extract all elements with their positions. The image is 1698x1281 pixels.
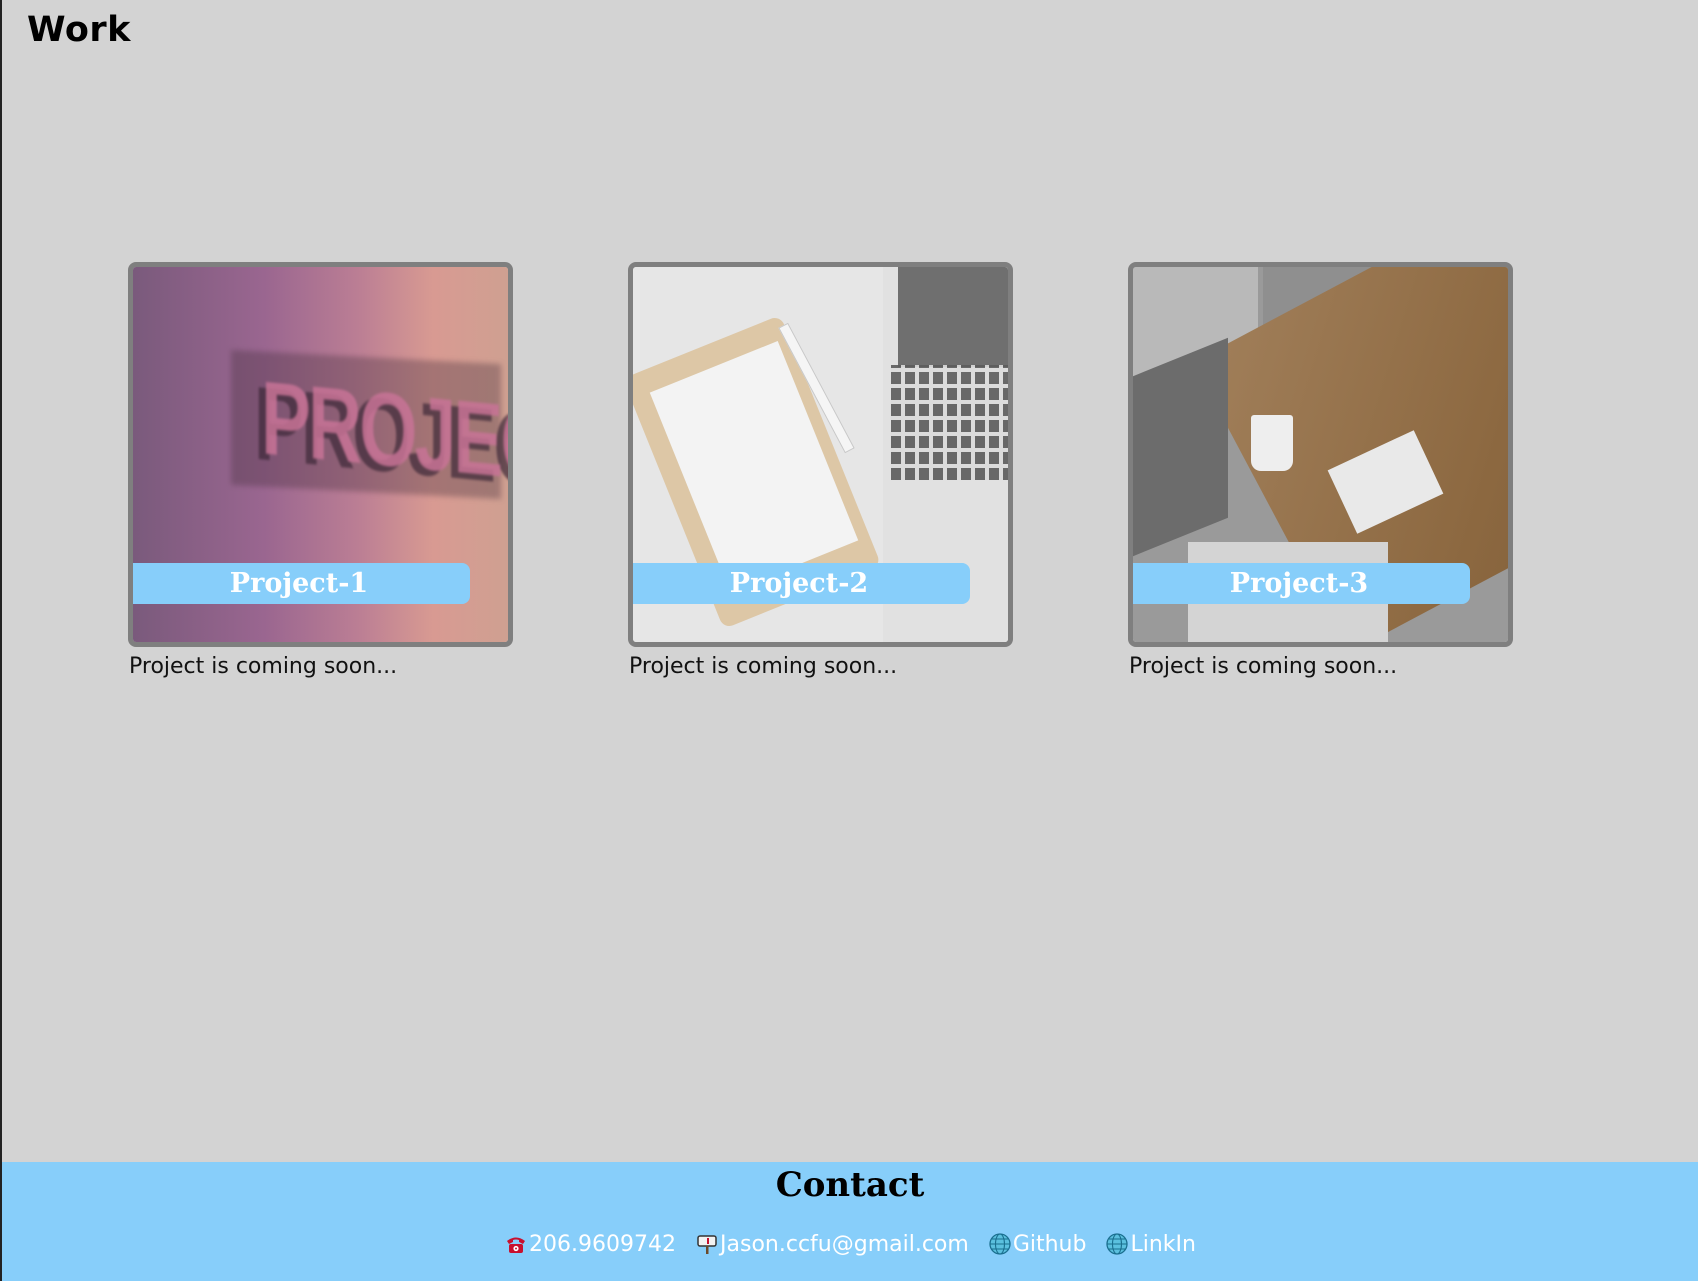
- project-2-label[interactable]: Project-2: [633, 563, 970, 604]
- phone-link[interactable]: 206.9609742: [504, 1232, 676, 1257]
- project-card-1: PROJECTS Project-1 Project is coming soo…: [128, 262, 513, 682]
- project-1-frame[interactable]: PROJECTS Project-1: [128, 262, 513, 647]
- linkedin-label: LinkIn: [1130, 1232, 1196, 1257]
- project-2-frame[interactable]: Project-2: [628, 262, 1013, 647]
- page: Work PROJECTS Project-1 Project is comin…: [0, 0, 1698, 1281]
- globe-icon: [1106, 1233, 1129, 1255]
- contact-links: 206.9609742 Jason.ccfu@gmail.com Github: [2, 1232, 1698, 1257]
- mailbox-icon: [697, 1235, 717, 1254]
- linkedin-link[interactable]: LinkIn: [1105, 1232, 1196, 1257]
- globe-icon: [989, 1233, 1011, 1255]
- email-address: Jason.ccfu@gmail.com: [720, 1232, 969, 1257]
- project-1-label[interactable]: Project-1: [133, 563, 470, 604]
- github-label: Github: [1012, 1232, 1087, 1257]
- project-card-3: Project-3 Project is coming soon...: [1128, 262, 1513, 682]
- work-section-title: Work: [27, 10, 131, 50]
- project-3-description: Project is coming soon...: [1129, 654, 1398, 679]
- contact-title: Contact: [775, 1165, 925, 1205]
- project-3-frame[interactable]: Project-3: [1128, 262, 1513, 647]
- project-3-label[interactable]: Project-3: [1133, 563, 1470, 604]
- phone-number: 206.9609742: [529, 1232, 677, 1257]
- project-2-description: Project is coming soon...: [629, 654, 898, 679]
- project-1-description: Project is coming soon...: [129, 654, 398, 679]
- email-link[interactable]: Jason.ccfu@gmail.com: [695, 1232, 969, 1257]
- project-card-2: Project-2 Project is coming soon...: [628, 262, 1013, 682]
- telephone-icon: [507, 1237, 526, 1253]
- github-link[interactable]: Github: [988, 1232, 1087, 1257]
- contact-footer: Contact 206.9609742 Jason.ccfu@gmail.com: [2, 1162, 1698, 1281]
